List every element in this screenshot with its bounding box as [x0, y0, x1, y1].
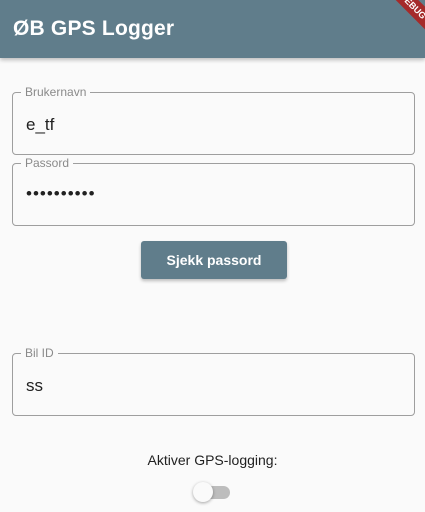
username-label: Brukernavn	[21, 85, 91, 99]
password-label: Passord	[21, 156, 74, 170]
username-field[interactable]: Brukernavn e_tf	[12, 85, 415, 155]
app-screen: ØB GPS Logger DEBUG Brukernavn e_tf Pass…	[0, 0, 425, 512]
gps-logging-switch[interactable]	[193, 482, 233, 502]
car-id-field[interactable]: Bil ID ss	[12, 346, 415, 416]
check-password-button[interactable]: Sjekk passord	[141, 241, 287, 279]
gps-logging-label: Aktiver GPS-logging:	[147, 452, 278, 468]
username-value: e_tf	[26, 115, 55, 134]
app-bar: ØB GPS Logger DEBUG	[0, 0, 425, 58]
password-value: ••••••••••	[26, 184, 96, 203]
app-title: ØB GPS Logger	[13, 17, 175, 40]
car-id-label: Bil ID	[21, 346, 58, 360]
password-field[interactable]: Passord ••••••••••	[12, 156, 415, 226]
car-id-value: ss	[26, 376, 43, 395]
debug-banner: DEBUG	[379, 0, 425, 40]
switch-thumb	[193, 482, 213, 502]
